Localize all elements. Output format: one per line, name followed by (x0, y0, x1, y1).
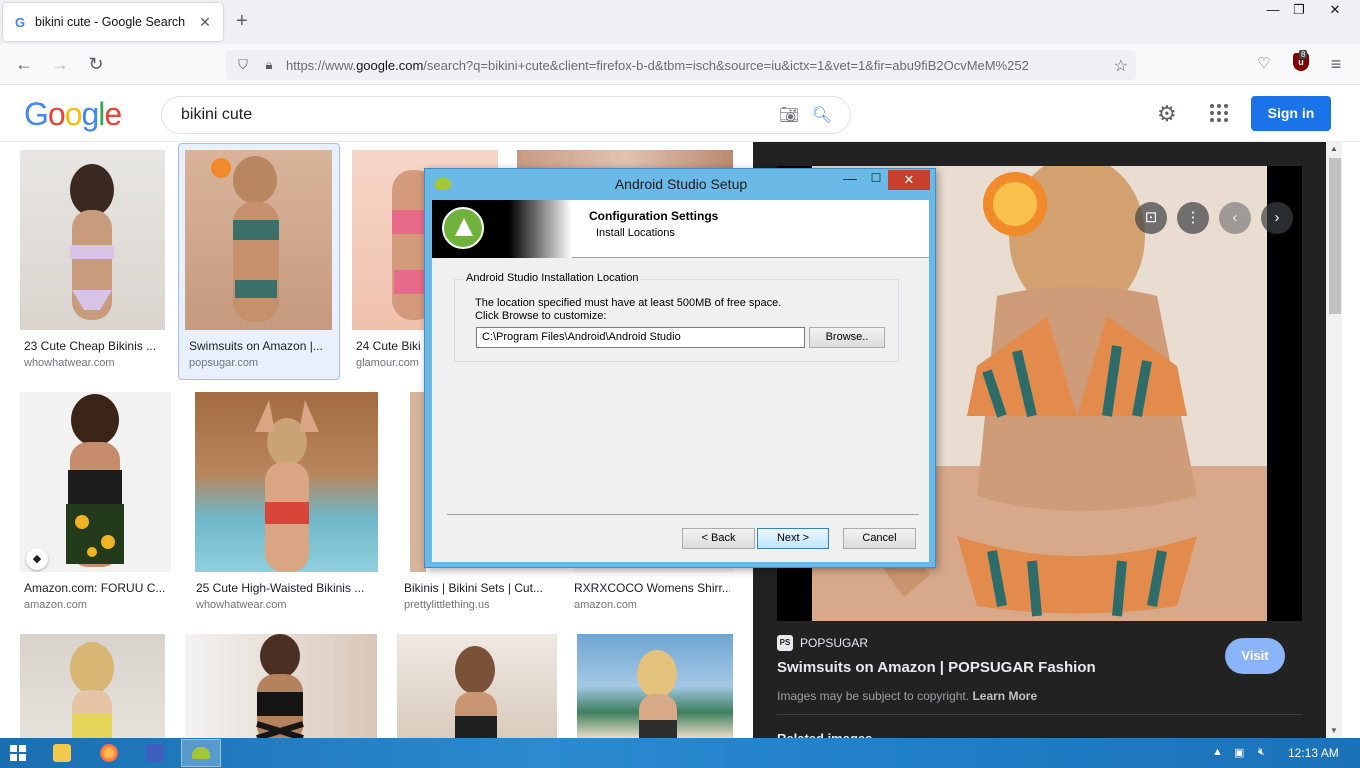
result-source[interactable]: glamour.com (356, 357, 419, 369)
result-image-11[interactable] (397, 634, 557, 738)
bookmark-star-icon[interactable]: ☆ (1114, 56, 1128, 76)
price-tag-icon: ◆ (26, 548, 48, 570)
result-caption[interactable]: 24 Cute Biki (356, 339, 426, 353)
result-image-9[interactable] (20, 634, 165, 738)
scroll-down-icon[interactable]: ▼ (1326, 726, 1342, 735)
dialog-heading: Configuration Settings (589, 209, 719, 223)
restore-window-icon[interactable]: ❐ (1284, 0, 1314, 22)
dialog-body: Configuration Settings Install Locations… (432, 200, 929, 562)
back-arrow-icon[interactable]: ← (12, 53, 36, 77)
result-source[interactable]: whowhatwear.com (24, 357, 115, 369)
back-button[interactable]: < Back (682, 528, 755, 549)
tab-strip: G bikini cute - Google Search ✕ + — ❐ ✕ (0, 0, 1360, 44)
extension-count-badge: 8 (1299, 50, 1308, 59)
result-source[interactable]: amazon.com (24, 599, 87, 611)
result-source[interactable]: prettylittlething.us (404, 599, 490, 611)
tab-google-search[interactable]: G bikini cute - Google Search ✕ (3, 3, 223, 41)
settings-gear-icon[interactable]: ⚙ (1157, 101, 1177, 127)
page-scrollbar[interactable]: ▲ ▼ (1326, 142, 1342, 738)
install-path-field[interactable]: C:\Program Files\Android\Android Studio (476, 327, 805, 348)
android-studio-taskbar-icon[interactable] (181, 739, 221, 767)
volume-muted-icon[interactable]: 🔇︎ (1258, 746, 1265, 759)
preview-title[interactable]: Swimsuits on Amazon | POPSUGAR Fashion (777, 659, 1096, 676)
result-caption[interactable]: 25 Cute High-Waisted Bikinis ... (196, 581, 372, 595)
settings-app-icon[interactable] (135, 739, 175, 767)
result-image-12[interactable] (577, 634, 733, 738)
result-source[interactable]: whowhatwear.com (196, 599, 287, 611)
result-caption[interactable]: Swimsuits on Amazon |... (189, 339, 331, 353)
browse-button[interactable]: Browse.. (809, 327, 885, 348)
google-apps-icon[interactable] (1210, 104, 1228, 122)
result-image-10[interactable] (185, 634, 377, 738)
result-caption[interactable]: Amazon.com: FORUU C... (24, 581, 166, 595)
dialog-header: Configuration Settings Install Locations (432, 200, 929, 258)
camera-search-icon[interactable]: 📷︎ (774, 105, 804, 125)
search-icon[interactable]: 🔍︎ (804, 105, 840, 125)
browse-hint-text: Click Browse to customize: (475, 310, 607, 322)
url-text[interactable]: https://www.google.com/search?q=bikini+c… (286, 58, 1086, 73)
firefox-icon[interactable] (89, 739, 129, 767)
search-box[interactable]: bikini cute 📷︎ 🔍︎ (161, 96, 851, 134)
scrollbar-thumb[interactable] (1329, 158, 1341, 314)
result-caption[interactable]: 23 Cute Cheap Bikinis ... (24, 339, 164, 353)
copyright-notice: Images may be subject to copyright. Lear… (777, 689, 1038, 703)
tracking-shield-icon[interactable]: ⛉ (234, 57, 252, 73)
tray-expand-icon[interactable]: ▲ (1212, 746, 1223, 758)
new-tab-icon[interactable]: + (236, 11, 248, 31)
tab-title: bikini cute - Google Search (35, 15, 186, 29)
dialog-minimize-icon[interactable]: — (837, 171, 863, 189)
sign-in-button[interactable]: Sign in (1251, 96, 1331, 131)
result-image-5[interactable] (20, 392, 171, 572)
close-tab-icon[interactable]: ✕ (197, 14, 213, 31)
close-window-icon[interactable]: ✕ (1320, 0, 1350, 22)
result-caption[interactable]: RXRXCOCO Womens Shirr... (574, 581, 730, 595)
result-image-1[interactable] (20, 150, 165, 330)
preview-source[interactable]: PS POPSUGAR (777, 635, 868, 651)
google-logo[interactable]: Google (24, 96, 122, 133)
network-icon[interactable]: ▣ (1234, 746, 1244, 759)
taskbar-clock[interactable]: 12:13 AM (1288, 746, 1339, 760)
previous-image-icon[interactable]: ‹ (1219, 202, 1251, 234)
hamburger-menu-icon[interactable]: ≡ (1324, 53, 1348, 77)
lock-icon[interactable]: 🔒︎ (260, 57, 278, 73)
result-source[interactable]: amazon.com (574, 599, 637, 611)
address-bar[interactable]: ⛉ 🔒︎ https://www.google.com/search?q=bik… (226, 50, 1136, 80)
dialog-maximize-icon[interactable]: ☐ (863, 171, 889, 189)
next-image-icon[interactable]: › (1261, 202, 1293, 234)
visit-button[interactable]: Visit (1225, 638, 1285, 674)
result-caption[interactable]: Bikinis | Bikini Sets | Cut... (404, 581, 550, 595)
dialog-subheading: Install Locations (596, 227, 675, 239)
android-studio-setup-dialog: Android Studio Setup — ☐ ✕ Configuration… (424, 168, 936, 568)
result-image-6[interactable] (195, 392, 378, 572)
popsugar-logo-icon: PS (777, 635, 793, 651)
dialog-separator (447, 514, 919, 515)
space-requirement-text: The location specified must have at leas… (475, 297, 782, 309)
windows-start-icon[interactable] (10, 745, 26, 761)
pocket-icon[interactable]: ♡ (1252, 53, 1276, 77)
more-options-icon[interactable]: ⋮ (1177, 202, 1209, 234)
preview-divider (777, 714, 1302, 715)
result-source[interactable]: popsugar.com (189, 357, 258, 369)
forward-arrow-icon[interactable]: → (48, 53, 72, 77)
scroll-up-icon[interactable]: ▲ (1326, 144, 1342, 153)
file-explorer-icon[interactable] (42, 739, 82, 767)
cancel-button[interactable]: Cancel (843, 528, 916, 549)
visual-search-icon[interactable]: ⊡ (1135, 202, 1167, 234)
android-studio-logo-icon (432, 200, 572, 258)
dialog-close-icon[interactable]: ✕ (888, 170, 930, 190)
search-input[interactable]: bikini cute (181, 106, 774, 124)
group-label: Android Studio Installation Location (463, 272, 642, 284)
next-button[interactable]: Next > (757, 528, 829, 549)
preview-source-name: POPSUGAR (800, 636, 869, 650)
google-favicon-icon: G (14, 14, 26, 30)
result-image-2[interactable] (185, 150, 332, 330)
reload-icon[interactable]: ↻ (84, 53, 108, 77)
windows-taskbar: ▲ ▣ 🔇︎ 12:13 AM (0, 738, 1360, 768)
navigation-bar: ← → ↻ ⛉ 🔒︎ https://www.google.com/search… (0, 44, 1360, 85)
learn-more-link[interactable]: Learn More (972, 689, 1037, 703)
